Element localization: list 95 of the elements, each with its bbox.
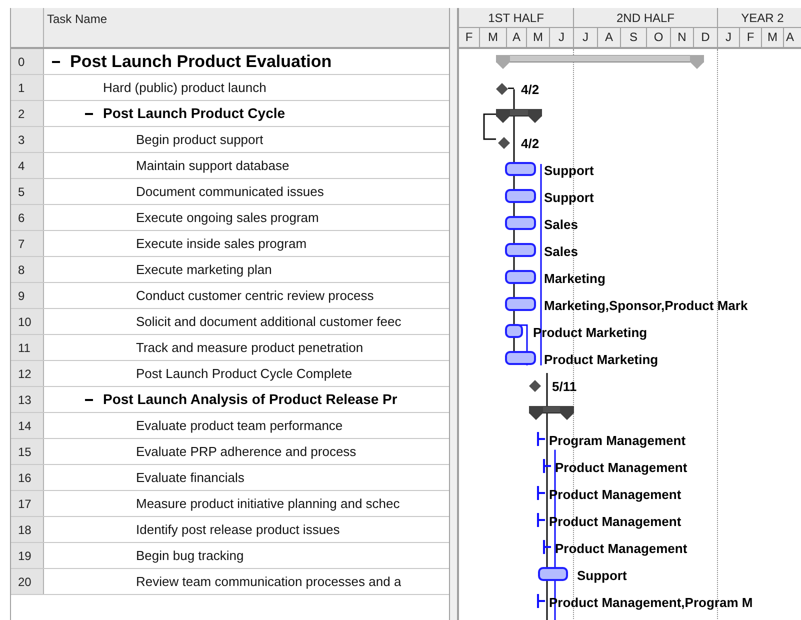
task-name: Execute marketing plan <box>136 260 272 279</box>
task-name: Identify post release product issues <box>136 520 340 539</box>
timescale-month: A <box>785 29 796 46</box>
row-number: 9 <box>11 283 44 308</box>
timescale-period: 1ST HALF <box>459 8 574 27</box>
milestone-marker <box>496 83 508 95</box>
task-name: Post Launch Product Evaluation <box>70 50 332 73</box>
timescale-period: 2ND HALF <box>574 8 718 27</box>
task-bar <box>505 270 536 284</box>
timescale-month: S <box>621 28 647 47</box>
task-bar <box>505 216 536 230</box>
row-number: 19 <box>11 543 44 568</box>
timescale-month: M <box>527 28 550 47</box>
task-name: Evaluate financials <box>136 468 244 487</box>
row-number: 0 <box>11 49 44 74</box>
task-name: Evaluate PRP adherence and process <box>136 442 356 461</box>
task-name: Post Launch Analysis of Product Release Pr <box>103 390 398 409</box>
row-number: 20 <box>11 569 44 594</box>
progress-marker <box>537 432 545 446</box>
row-number: 5 <box>11 179 44 204</box>
task-name: Track and measure product penetration <box>136 338 364 357</box>
row-number: 7 <box>11 231 44 256</box>
task-name: Maintain support database <box>136 156 290 175</box>
progress-marker <box>537 594 545 608</box>
row-number: 16 <box>11 465 44 490</box>
row-number: 10 <box>11 309 44 334</box>
timescale-month: M <box>480 28 507 47</box>
bar-label: Marketing,Sponsor,Product Mark <box>544 297 748 315</box>
task-name: Post Launch Product Cycle <box>103 104 286 123</box>
summary-bar <box>496 109 542 123</box>
row-number: 13 <box>11 387 44 412</box>
bar-label: Support <box>544 189 594 207</box>
row-number: 11 <box>11 335 44 360</box>
timescale-month: D <box>694 28 718 47</box>
summary-bar <box>529 406 574 420</box>
row-number: 3 <box>11 127 44 152</box>
row-number: 12 <box>11 361 44 386</box>
task-name: Review team communication processes and a <box>136 572 402 591</box>
bar-label: 4/2 <box>521 81 540 99</box>
bar-label: Product Management <box>555 540 688 558</box>
bar-label: 5/11 <box>552 378 577 396</box>
row-number: 4 <box>11 153 44 178</box>
progress-marker <box>537 513 545 527</box>
progress-marker <box>537 486 545 500</box>
row-number: 2 <box>11 101 44 126</box>
column-header[interactable]: Task Name <box>44 8 108 47</box>
row-number: 14 <box>11 413 44 438</box>
task-name: Begin bug tracking <box>136 546 244 565</box>
task-name: Hard (public) product launch <box>103 78 266 97</box>
task-bar <box>505 243 536 257</box>
row-number: 1 <box>11 75 44 100</box>
bar-label: Support <box>577 567 627 585</box>
row-number: 17 <box>11 491 44 516</box>
timescale-month: M <box>762 28 784 47</box>
row-number: 8 <box>11 257 44 282</box>
milestone-marker <box>529 380 541 392</box>
task-bar <box>505 324 523 338</box>
milestone-marker <box>498 137 510 149</box>
bar-label: Marketing <box>544 270 606 288</box>
task-name: Document communicated issues <box>136 182 324 201</box>
timescale-month: O <box>647 28 671 47</box>
progress-marker <box>543 540 551 554</box>
row-number: 18 <box>11 517 44 542</box>
bar-label: Product Management <box>555 459 688 477</box>
task-name: Begin product support <box>136 130 264 149</box>
row-number: 6 <box>11 205 44 230</box>
bar-label: Sales <box>544 243 578 261</box>
progress-marker <box>543 459 551 473</box>
row-number: 15 <box>11 439 44 464</box>
bar-label: Support <box>544 162 594 180</box>
timescale-month: N <box>671 28 694 47</box>
timescale-month: J <box>718 28 740 47</box>
timescale-period: YEAR 2 <box>718 8 801 27</box>
bar-label: Sales <box>544 216 578 234</box>
timescale-month: F <box>740 28 762 47</box>
task-name: Evaluate product team performance <box>136 416 343 435</box>
task-name: Solicit and document additional customer feec <box>136 312 402 331</box>
task-bar <box>505 162 536 176</box>
bar-label: Program Management <box>549 432 686 450</box>
task-bar <box>505 189 536 203</box>
timescale-month: J <box>550 28 574 47</box>
task-name: Execute ongoing sales program <box>136 208 319 227</box>
bar-label: Product Marketing <box>544 351 658 369</box>
timescale-month: A <box>598 28 621 47</box>
task-bar <box>505 351 536 365</box>
task-name: Measure product initiative planning and schec <box>136 494 400 513</box>
task-bar <box>505 297 536 311</box>
task-bar <box>538 567 568 581</box>
timescale-month: A <box>507 28 527 47</box>
timescale-month: J <box>574 28 598 47</box>
task-name: Execute inside sales program <box>136 234 307 253</box>
bar-label: 4/2 <box>521 135 540 153</box>
timescale-month: F <box>459 28 480 47</box>
task-name: Conduct customer centric review process <box>136 286 374 305</box>
task-name: Post Launch Product Cycle Complete <box>136 364 352 383</box>
